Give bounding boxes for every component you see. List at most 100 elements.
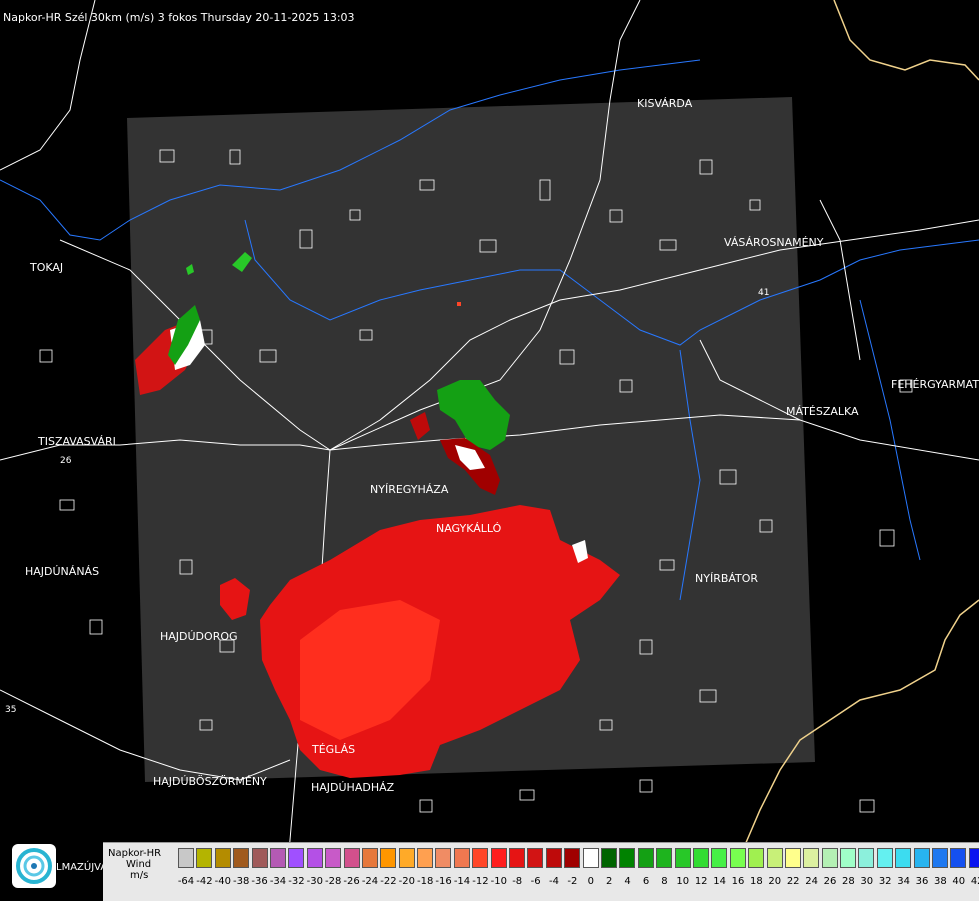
- legend-swatch: [343, 848, 360, 868]
- legend-title-line-1: Napkor-HR: [108, 848, 162, 859]
- legend-swatch: [453, 848, 470, 868]
- legend-tick-label: -16: [435, 876, 452, 887]
- legend-tick-label: 36: [915, 876, 929, 887]
- legend-tick-label: -64: [177, 876, 195, 887]
- legend-tick-label: -20: [398, 876, 415, 887]
- city-label-tiszavasvari: TISZAVASVÁRI: [38, 435, 116, 448]
- legend-tick-label: -34: [269, 876, 287, 887]
- country-border: [833, 0, 979, 81]
- legend-swatch: [380, 848, 397, 868]
- legend-swatch: [251, 848, 268, 868]
- city-label-nyiregyhaza: NYÍREGYHÁZA: [370, 483, 449, 496]
- legend-title-line-3: m/s: [130, 870, 149, 881]
- legend-swatch: [692, 848, 709, 868]
- legend-tick-label: 0: [587, 876, 594, 887]
- city-label-nyirbator: NYÍRBÁTOR: [695, 572, 759, 585]
- legend-title-line-2: Wind: [126, 859, 152, 870]
- legend-swatch: [398, 848, 415, 868]
- legend-swatch: [913, 848, 930, 868]
- legend-swatch: [509, 848, 526, 868]
- legend-swatch: [269, 848, 286, 868]
- city-label-mateszalka: MÁTÉSZALKA: [786, 405, 859, 418]
- legend-tick-label: 30: [860, 876, 874, 887]
- legend-tick-label: 20: [768, 876, 782, 887]
- legend-swatch: [821, 848, 838, 868]
- legend-tick-label: -42: [196, 876, 213, 887]
- legend-title: Napkor-HR Wind m/s: [108, 848, 161, 881]
- legend-tick-label: -38: [233, 876, 250, 887]
- legend-swatch: [637, 848, 654, 868]
- legend-ticks: -64 -42 -40 -38 -36 -34 -32 -30 -28 -26 -24 -22 -20-…: [177, 876, 979, 890]
- road-label-35: 35: [5, 705, 16, 715]
- legend-tick-label: 40: [952, 876, 966, 887]
- legend-swatch: [288, 848, 305, 868]
- legend-swatch: [233, 848, 250, 868]
- legend-tick-label: -36: [251, 876, 268, 887]
- legend-swatch: [564, 848, 581, 868]
- legend-swatch: [895, 848, 912, 868]
- legend-tick-label: 22: [786, 876, 800, 887]
- legend-tick-label: -8: [512, 876, 523, 887]
- legend-tick-label: -30: [306, 876, 323, 887]
- legend-tick-label: 4: [624, 876, 631, 887]
- legend-tick-label: -28: [325, 876, 342, 887]
- legend-swatch: [803, 848, 820, 868]
- legend-swatch: [214, 848, 231, 868]
- legend-tick-label: -2: [567, 876, 578, 887]
- city-label-teglas: TÉGLÁS: [312, 743, 356, 756]
- city-label-hajduhadhaz: HAJDÚHADHÁZ: [311, 781, 395, 794]
- legend-swatch: [950, 848, 967, 868]
- legend-swatch: [968, 848, 979, 868]
- legend-tick-label: -40: [214, 876, 231, 887]
- legend-swatch: [417, 848, 434, 868]
- map-title: Napkor-HR Szél 30km (m/s) 3 fokos Thursd…: [3, 11, 355, 24]
- legend-swatch: [306, 848, 323, 868]
- legend-swatches: [178, 848, 979, 868]
- city-label-hajduboszormeny: HAJDÚBÖSZÖRMÉNY: [153, 775, 267, 788]
- legend-swatch: [766, 848, 783, 868]
- legend-swatch: [600, 848, 617, 868]
- legend-swatch: [490, 848, 507, 868]
- legend-tick-label: -12: [472, 876, 489, 887]
- legend-tick-label: -22: [380, 876, 397, 887]
- legend-swatch: [711, 848, 728, 868]
- legend-swatch: [545, 848, 562, 868]
- legend-tick-label: 10: [676, 876, 690, 887]
- legend-swatch: [729, 848, 746, 868]
- legend-swatch: [527, 848, 544, 868]
- legend-tick-label: 34: [897, 876, 910, 887]
- legend-swatch: [472, 848, 489, 868]
- legend-swatch: [656, 848, 673, 868]
- legend-swatch: [876, 848, 893, 868]
- legend-tick-label: -14: [453, 876, 471, 887]
- legend-tick-label: 6: [642, 876, 650, 887]
- legend-swatch: [325, 848, 342, 868]
- legend-swatch: [435, 848, 452, 868]
- legend-tick-label: -10: [490, 876, 507, 887]
- legend-swatch: [858, 848, 875, 868]
- legend-tick-label: 18: [750, 876, 763, 887]
- legend-tick-label: -6: [530, 876, 541, 887]
- city-label-fehergyarmat: FEHÉRGYARMAT: [891, 378, 979, 391]
- city-label-nagykallo: NAGYKÁLLÓ: [436, 522, 502, 535]
- legend-tick-label: 14: [713, 876, 726, 887]
- city-label-vasarosnameny: VÁSÁROSNAMÉNY: [724, 236, 824, 249]
- legend-swatch: [178, 848, 194, 868]
- legend-tick-label: 28: [842, 876, 855, 887]
- legend-swatch: [619, 848, 636, 868]
- legend-swatch: [674, 848, 691, 868]
- city-label-hajdunanas: HAJDÚNÁNÁS: [25, 565, 100, 578]
- radar-map: 26 35 41: [0, 0, 979, 900]
- city-label-tokaj: TOKAJ: [30, 261, 64, 274]
- legend-tick-label: 16: [731, 876, 745, 887]
- legend-tick-label: -26: [343, 876, 360, 887]
- legend-tick-label: 2: [606, 876, 613, 887]
- legend-tick-label: -18: [417, 876, 434, 887]
- radar-echo-dot: [457, 302, 461, 306]
- legend-tick-label: 42: [970, 876, 979, 887]
- legend-swatch: [932, 848, 949, 868]
- legend-tick-label: -32: [288, 876, 305, 887]
- legend-tick-label: -24: [361, 876, 379, 887]
- legend-tick-label: -4: [549, 876, 559, 887]
- legend-swatch: [196, 848, 213, 868]
